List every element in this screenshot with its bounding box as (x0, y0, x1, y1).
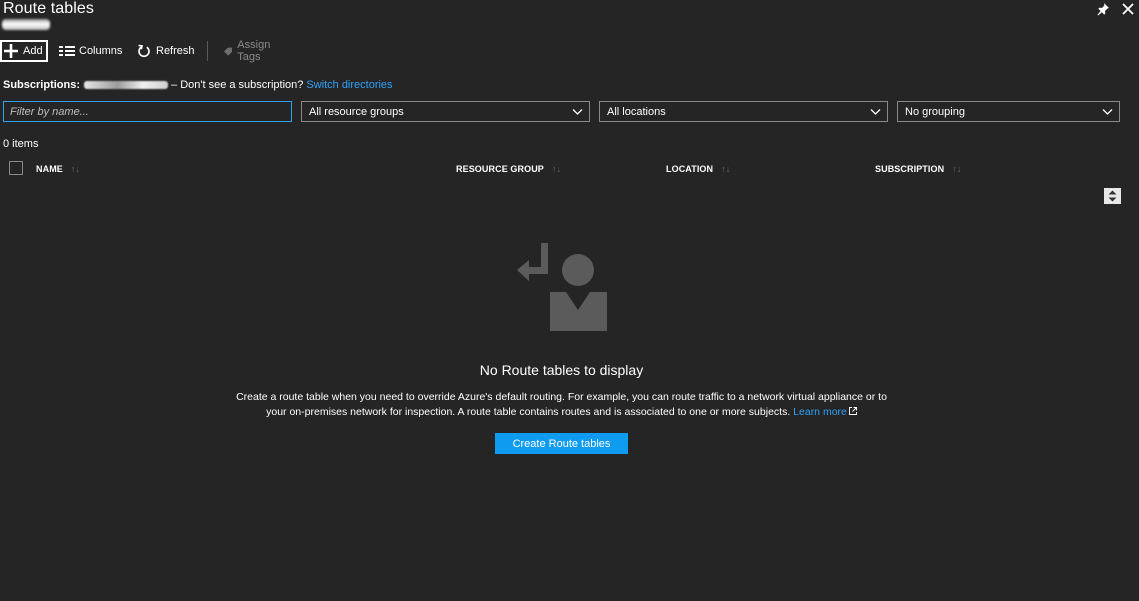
select-all-checkbox[interactable] (9, 161, 23, 175)
subscriptions-label: Subscriptions: (3, 79, 81, 91)
grouping-dropdown[interactable]: No grouping (897, 101, 1120, 122)
filter-by-name-input[interactable] (3, 101, 292, 122)
refresh-button-label: Refresh (156, 45, 195, 57)
column-header-subscription[interactable]: SUBSCRIPTION ↑↓ (875, 164, 961, 174)
redacted-subscription (84, 81, 169, 89)
chevron-down-icon (572, 109, 583, 115)
route-table-illustration-icon (517, 243, 607, 331)
location-dropdown[interactable]: All locations (599, 101, 888, 122)
items-count: 0 items (3, 138, 39, 150)
pin-icon[interactable] (1096, 2, 1110, 16)
learn-more-link[interactable]: Learn more (793, 406, 847, 418)
sort-icon: ↑↓ (551, 164, 562, 174)
columns-button[interactable]: Columns (59, 40, 122, 62)
empty-state-description: Create a route table when you need to ov… (230, 390, 893, 419)
create-route-tables-button[interactable]: Create Route tables (495, 433, 628, 454)
sort-icon: ↑↓ (70, 164, 81, 174)
switch-directories-link[interactable]: Switch directories (306, 79, 392, 91)
sort-icon: ↑↓ (952, 164, 962, 174)
column-header-label: NAME (36, 164, 63, 174)
column-header-label: LOCATION (666, 164, 714, 174)
add-button-label: Add (23, 45, 43, 57)
column-header-location[interactable]: LOCATION ↑↓ (666, 164, 730, 174)
column-header-resource-group[interactable]: RESOURCE GROUP ↑↓ (456, 164, 561, 174)
scroll-arrows-icon[interactable] (1104, 188, 1121, 204)
grouping-value: No grouping (905, 105, 965, 118)
close-icon[interactable] (1121, 2, 1135, 16)
plus-icon (4, 44, 18, 58)
toolbar-separator (207, 41, 208, 61)
empty-state-text: Create a route table when you need to ov… (236, 391, 887, 418)
chevron-down-icon (1102, 109, 1113, 115)
sort-icon: ↑↓ (721, 164, 731, 174)
tag-icon (224, 47, 232, 56)
assign-tags-button[interactable]: Assign Tags (224, 39, 275, 63)
column-header-label: SUBSCRIPTION (875, 164, 945, 174)
resource-group-dropdown[interactable]: All resource groups (301, 101, 590, 122)
columns-icon (59, 46, 75, 56)
subscription-row: Subscriptions: – Don't see a subscriptio… (3, 79, 393, 91)
refresh-icon (138, 44, 150, 58)
location-value: All locations (607, 105, 666, 118)
column-header-name[interactable]: NAME ↑↓ (36, 164, 80, 174)
columns-button-label: Columns (79, 45, 123, 57)
add-button[interactable]: Add (0, 40, 48, 62)
chevron-down-icon (870, 109, 881, 115)
empty-state-title: No Route tables to display (479, 362, 644, 378)
assign-tags-label: Assign Tags (237, 39, 271, 63)
blade-title: Route tables (3, 0, 95, 17)
refresh-button[interactable]: Refresh (137, 40, 195, 62)
resource-group-value: All resource groups (309, 105, 404, 118)
external-link-icon (848, 406, 857, 415)
column-header-label: RESOURCE GROUP (456, 164, 544, 174)
subscription-hint: – Don't see a subscription? (171, 79, 304, 91)
redacted-subtitle (2, 19, 50, 30)
table-header: NAME ↑↓ RESOURCE GROUP ↑↓ LOCATION ↑↓ SU… (0, 160, 1139, 178)
